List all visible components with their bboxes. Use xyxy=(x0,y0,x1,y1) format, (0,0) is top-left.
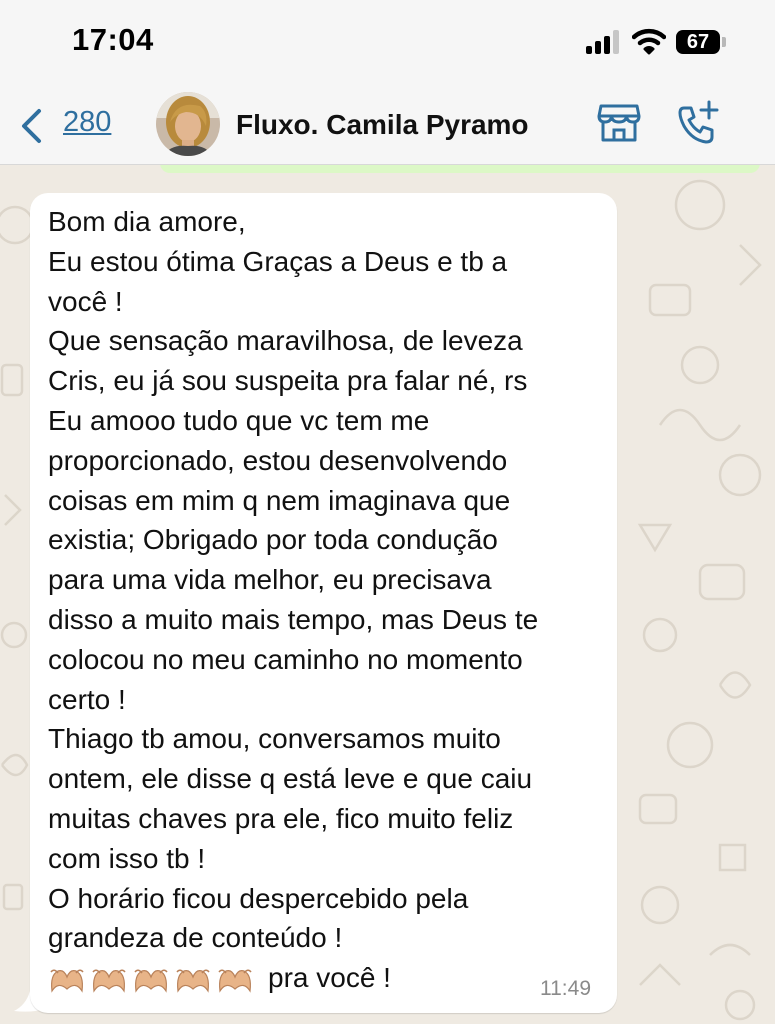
back-chevron-icon xyxy=(22,109,41,143)
message-line: Que sensação maravilhosa, de leveza xyxy=(48,325,523,357)
message-line: Bom dia amore, xyxy=(48,206,246,237)
cellular-signal-icon xyxy=(586,30,624,54)
message-line: colocou no meu caminho no momento xyxy=(48,643,523,675)
heart-hands-emoji xyxy=(50,969,252,993)
previous-message-bubble xyxy=(160,165,760,173)
chat-area[interactable]: Bom dia amore, Eu estou ótima Graças a D… xyxy=(0,165,775,1024)
message-line-emoji: pra você ! xyxy=(48,958,608,998)
avatar[interactable] xyxy=(156,92,220,156)
battery-icon: 67 xyxy=(676,30,720,54)
message-line: coisas em mim q nem imaginava que xyxy=(48,484,511,516)
message-last-text: pra você ! xyxy=(268,962,391,994)
message-line: com isso tb ! xyxy=(48,842,206,874)
message-line: O horário ficou despercebido pela xyxy=(48,882,469,914)
message-line: certo ! xyxy=(48,683,126,715)
message-line: você ! xyxy=(48,285,123,317)
wifi-icon xyxy=(632,28,666,55)
status-bar: 17:04 67 xyxy=(0,0,775,86)
back-button[interactable]: 280 xyxy=(20,102,130,146)
add-call-icon[interactable] xyxy=(676,100,720,146)
message-line: Thiago tb amou, conversamos muito xyxy=(48,723,501,755)
message-line: disso a muito mais tempo, mas Deus te xyxy=(48,603,539,635)
message-text: Bom dia amore, Eu estou ótima Graças a D… xyxy=(48,202,608,998)
message-line: para uma vida melhor, eu precisava xyxy=(48,564,492,596)
message-line: proporcionado, estou desenvolvendo xyxy=(48,444,508,476)
contact-name[interactable]: Fluxo. Camila Pyramo xyxy=(236,109,529,141)
message-line: muitas chaves pra ele, fico muito feliz xyxy=(48,802,514,834)
message-line: Cris, eu já sou suspeita pra falar né, r… xyxy=(48,365,528,397)
chat-header: 280 Fluxo. Camila Pyramo xyxy=(0,86,775,165)
message-line: existia; Obrigado por toda condução xyxy=(48,524,498,556)
message-line: ontem, ele disse q está leve e que caiu xyxy=(48,763,533,795)
message-timestamp: 11:49 xyxy=(540,977,591,1000)
message-line: Eu estou ótima Graças a Deus e tb a xyxy=(48,245,508,277)
status-time: 17:04 xyxy=(72,22,154,57)
message-line: grandeza de conteúdo ! xyxy=(48,922,343,954)
unread-count: 280 xyxy=(63,106,112,138)
message-line: Eu amooo tudo que vc tem me xyxy=(48,404,430,436)
battery-cap xyxy=(722,37,726,47)
store-icon[interactable] xyxy=(597,103,641,143)
